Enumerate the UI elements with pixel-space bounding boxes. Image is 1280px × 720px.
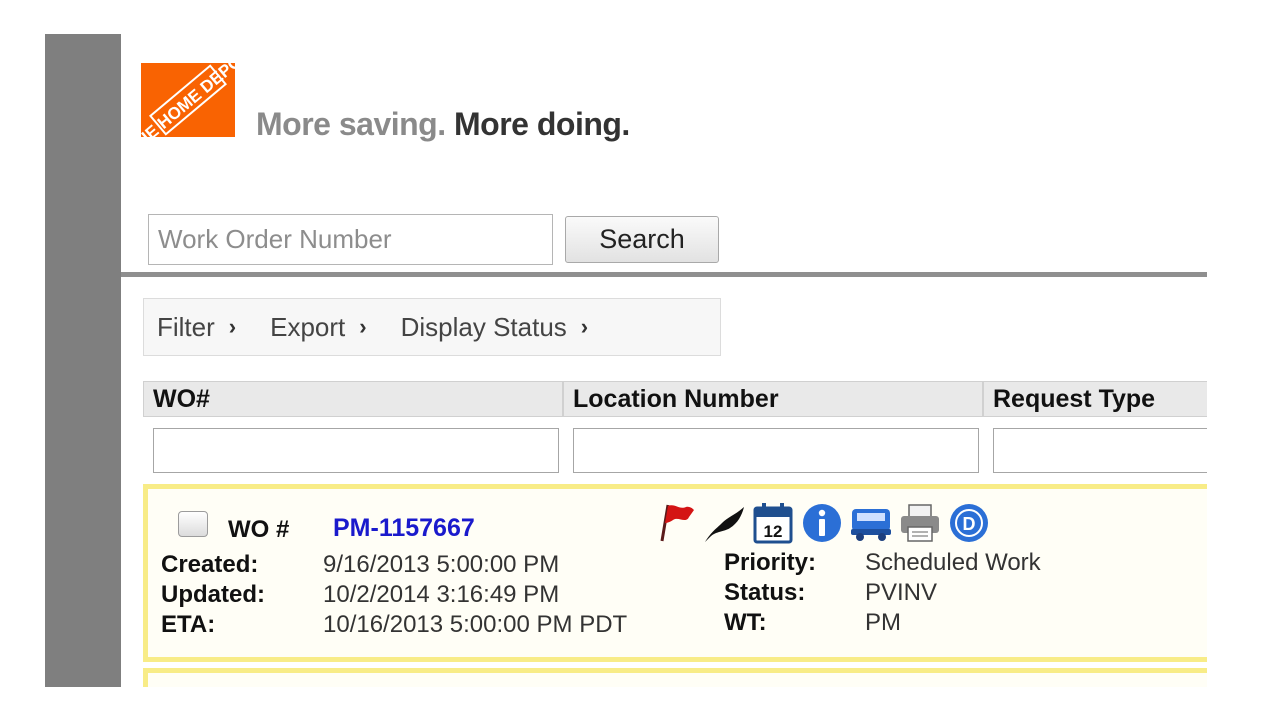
logo-graphic: THE HOME DEPOT — [141, 63, 235, 137]
column-header-request-type[interactable]: Request Type — [983, 381, 1207, 417]
filter-menu[interactable]: Filter › — [157, 312, 236, 343]
chevron-right-icon: › — [228, 314, 237, 339]
wo-number-label: WO # — [228, 516, 290, 543]
export-menu-label: Export — [270, 311, 346, 342]
created-value: 9/16/2013 5:00:00 PM — [323, 551, 560, 578]
calendar-icon[interactable]: 12 — [751, 501, 795, 545]
status-label: Status: — [724, 579, 806, 606]
wt-label: WT: — [724, 609, 767, 636]
calendar-day-text: 12 — [764, 522, 783, 541]
filter-menu-label: Filter — [157, 311, 215, 342]
home-depot-logo[interactable]: THE HOME DEPOT — [141, 63, 235, 137]
wo-number-link[interactable]: PM-1157667 — [333, 514, 475, 543]
eta-label: ETA: — [161, 611, 216, 638]
request-type-filter-input[interactable] — [993, 428, 1207, 473]
wo-filter-input[interactable] — [153, 428, 559, 473]
header-divider — [121, 272, 1207, 277]
details-icon[interactable]: D — [947, 501, 991, 545]
chevron-right-icon: › — [580, 314, 589, 339]
chevron-right-icon: › — [359, 314, 367, 339]
work-order-action-icons: 12 D — [653, 501, 991, 545]
work-order-card-next — [143, 668, 1207, 687]
updated-value: 10/2/2014 3:16:49 PM — [323, 581, 560, 608]
priority-value: Scheduled Work — [865, 549, 1041, 576]
work-order-card: WO # PM-1157667 12 D Created: 9/16/2013 … — [143, 484, 1207, 662]
display-status-menu-label: Display Status — [400, 311, 567, 342]
tagline-part1: More saving. — [256, 106, 446, 142]
updated-label: Updated: — [161, 581, 265, 608]
work-order-search-input[interactable] — [148, 214, 553, 265]
eta-value: 10/16/2013 5:00:00 PM PDT — [323, 611, 628, 638]
wt-value: PM — [865, 609, 901, 636]
flag-icon[interactable] — [653, 501, 697, 545]
tagline: More saving. More doing. — [256, 106, 630, 143]
export-menu[interactable]: Export › — [270, 312, 366, 343]
print-icon[interactable] — [898, 501, 942, 545]
feather-icon[interactable] — [702, 501, 746, 545]
info-icon[interactable] — [800, 501, 844, 545]
priority-label: Priority: — [724, 549, 817, 576]
truck-icon[interactable] — [849, 501, 893, 545]
location-number-filter-input[interactable] — [573, 428, 979, 473]
display-status-menu[interactable]: Display Status › — [401, 312, 589, 343]
toolbar: Filter › Export › Display Status › — [143, 298, 721, 356]
tagline-part2: More doing. — [454, 106, 630, 142]
column-header-wo[interactable]: WO# — [143, 381, 563, 417]
work-order-checkbox[interactable] — [178, 511, 208, 537]
page-content: THE HOME DEPOT More saving. More doing. … — [121, 34, 1207, 687]
left-sidebar-bar — [45, 34, 121, 687]
created-label: Created: — [161, 551, 259, 578]
search-button[interactable]: Search — [565, 216, 719, 263]
details-icon-letter: D — [963, 514, 976, 534]
status-value: PVINV — [865, 579, 938, 606]
column-header-location-number[interactable]: Location Number — [563, 381, 983, 417]
